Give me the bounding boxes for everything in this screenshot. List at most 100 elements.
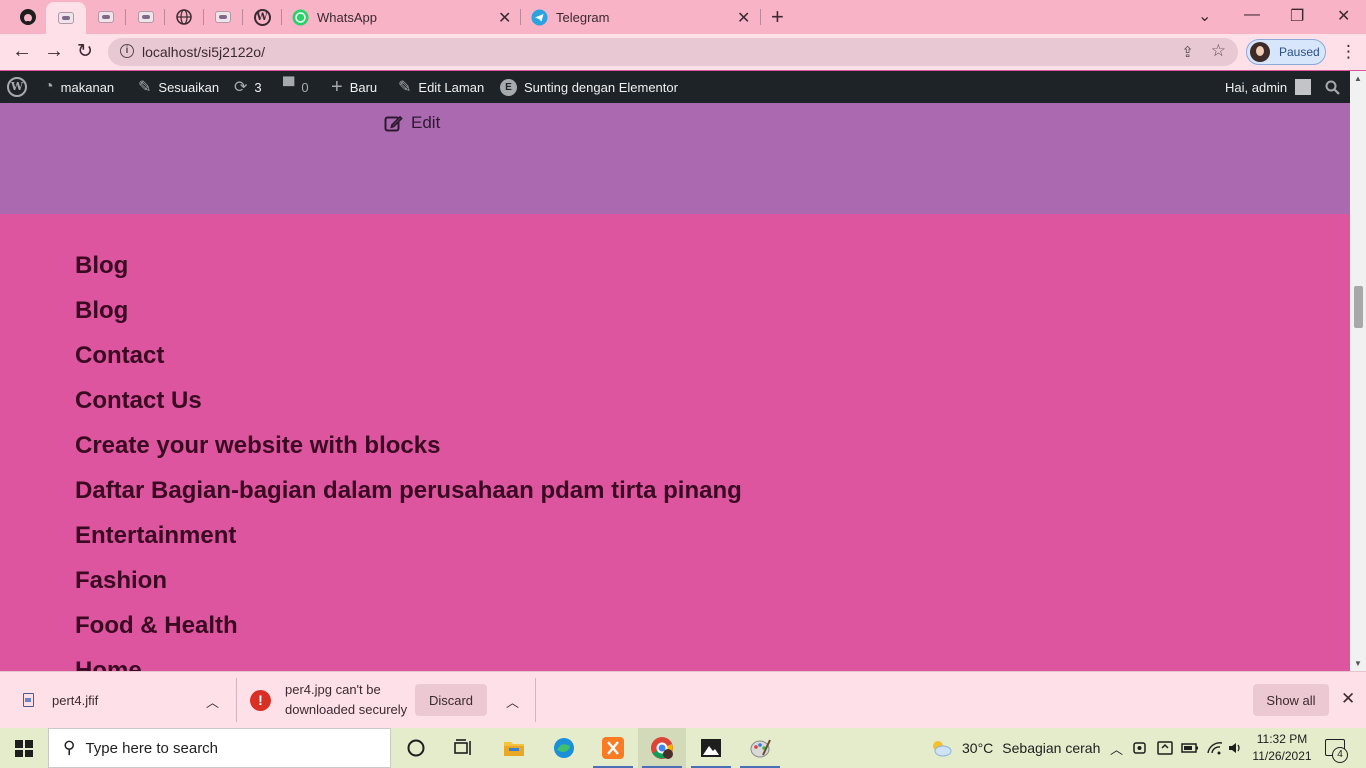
elementor-menu[interactable]: E Sunting dengan Elementor [500,71,678,103]
page-link[interactable]: Blog [75,251,742,296]
pencil-icon: ✎ [398,79,412,96]
show-all-button[interactable]: Show all [1253,684,1329,716]
close-window-icon[interactable]: ✕ [1337,6,1350,26]
minimize-icon[interactable]: — [1244,6,1260,24]
page-link[interactable]: Food & Health [75,611,742,656]
edit-icon [384,115,403,131]
download-item-2[interactable]: ! per4.jpg can't be downloaded securely [250,672,415,728]
windows-start-icon[interactable] [15,740,33,757]
chevron-up-icon[interactable]: ︿ [506,692,519,711]
new-tab-button[interactable]: + [771,4,784,30]
taskbar-search[interactable]: ⚲ Type here to search [48,728,391,768]
page-link[interactable]: Contact [75,341,742,386]
edit-link[interactable]: Edit [384,113,440,133]
site-name-menu[interactable]: ◔ makanan [44,71,114,103]
file-explorer-icon[interactable] [490,728,538,768]
updates-menu[interactable]: ⟳ 3 [234,71,262,103]
battery-icon[interactable] [1181,728,1199,768]
site-favicon-icon [58,12,74,24]
comments-menu[interactable]: ▀ 0 [283,71,309,103]
browser-tab-strip: W WhatsApp ✕ Telegram ✕ + ⌄ — ❐ ✕ [0,0,1366,34]
tab-whatsapp[interactable]: WhatsApp [292,0,377,34]
site-favicon-icon [215,11,231,23]
edge-browser-icon[interactable] [540,728,588,768]
error-icon: ! [250,689,271,711]
cortana-icon[interactable] [392,728,440,768]
bookmark-star-icon[interactable]: ☆ [1211,41,1226,61]
partly-cloudy-icon [933,741,952,757]
new-content-menu[interactable]: + Baru [331,71,377,103]
profile-status: Paused [1279,45,1320,59]
weather-widget[interactable]: 30°C Sebagian cerah [930,728,1100,768]
updates-icon: ⟳ [234,79,248,96]
vertical-scrollbar[interactable]: ▲ ▼ [1350,71,1366,671]
menu-kebab-icon[interactable]: ⋮ [1340,42,1357,62]
download-item-1[interactable]: pert4.jfif [23,672,98,728]
back-arrow-icon[interactable]: ← [12,40,32,63]
chrome-icon[interactable] [638,728,686,768]
tab-search-chevron-icon[interactable]: ⌄ [1198,6,1211,26]
tab-telegram[interactable]: Telegram [531,0,609,34]
windows-taskbar: ⚲ Type here to search 30°C Sebagian cera… [0,728,1366,768]
tab-site-3[interactable] [136,7,156,27]
image-file-icon [23,693,34,707]
customize-menu[interactable]: ✎ Sesuaikan [138,71,219,103]
page-link[interactable]: Home [75,656,742,671]
show-hidden-icons-chevron-icon[interactable]: ︿ [1110,728,1123,768]
plus-icon: + [331,75,343,98]
profile-avatar [1250,42,1270,62]
globe-icon [176,9,192,25]
capture-icon[interactable] [1157,728,1173,768]
tab-globe[interactable] [174,7,194,27]
page-link[interactable]: Entertainment [75,521,742,566]
reload-icon[interactable]: ↻ [77,40,93,63]
page-link[interactable]: Fashion [75,566,742,611]
page-list: Blog Blog Contact Contact Us Create your… [75,251,742,671]
share-icon[interactable]: ⇪ [1181,43,1194,61]
close-shelf-icon[interactable]: ✕ [1341,689,1355,709]
address-bar[interactable]: i localhost/si5j2122o/ ⇪ ☆ [108,38,1238,66]
scroll-thumb[interactable] [1354,286,1363,328]
tab-site-5[interactable] [213,7,233,27]
page-link[interactable]: Blog [75,296,742,341]
search-placeholder: Type here to search [85,739,219,757]
whatsapp-icon [292,9,309,25]
discard-button[interactable]: Discard [415,684,487,716]
close-tab-icon[interactable]: ✕ [498,8,511,28]
tab-site-2[interactable] [96,7,116,27]
meet-now-icon[interactable] [1133,728,1149,768]
scroll-down-arrow-icon[interactable]: ▼ [1354,659,1362,668]
notification-count-badge: 4 [1332,747,1348,763]
task-view-icon[interactable] [440,728,488,768]
edit-page-menu[interactable]: ✎ Edit Laman [398,71,484,103]
tab-label: Telegram [556,9,610,25]
profile-button[interactable]: Paused [1246,39,1326,65]
page-link[interactable]: Contact Us [75,386,742,431]
chevron-up-icon[interactable]: ︿ [206,692,219,711]
tab-wordpress[interactable]: W [252,7,272,27]
xampp-icon[interactable] [589,728,637,768]
forward-arrow-icon[interactable]: → [44,40,64,63]
info-icon[interactable]: i [120,44,134,58]
paint-icon[interactable] [736,728,784,768]
close-tab-icon[interactable]: ✕ [737,8,750,28]
search-icon: ⚲ [63,738,76,757]
github-icon[interactable] [18,7,38,27]
photos-icon[interactable] [687,728,735,768]
page-link[interactable]: Daftar Bagian-bagian dalam perusahaan pd… [75,476,742,521]
clock-time: 11:32 PM [1256,732,1308,746]
account-menu[interactable]: Hai, admin [1225,71,1312,103]
admin-search[interactable] [1325,71,1340,103]
volume-icon[interactable] [1228,728,1244,768]
page-link[interactable]: Create your website with blocks [75,431,742,476]
wifi-icon[interactable] [1206,728,1224,768]
url-text[interactable]: localhost/si5j2122o/ [142,44,265,60]
scroll-up-arrow-icon[interactable]: ▲ [1354,74,1362,83]
dashboard-icon: ◔ [44,78,54,95]
wp-logo-menu[interactable]: W [7,71,27,103]
active-tab[interactable] [46,2,86,34]
restore-icon[interactable]: ❐ [1290,6,1304,26]
system-clock[interactable]: 11:32 PM 11/26/2021 [1247,731,1317,765]
wordpress-icon: W [253,8,271,26]
download-shelf: pert4.jfif ︿ ! per4.jpg can't be downloa… [0,671,1366,728]
